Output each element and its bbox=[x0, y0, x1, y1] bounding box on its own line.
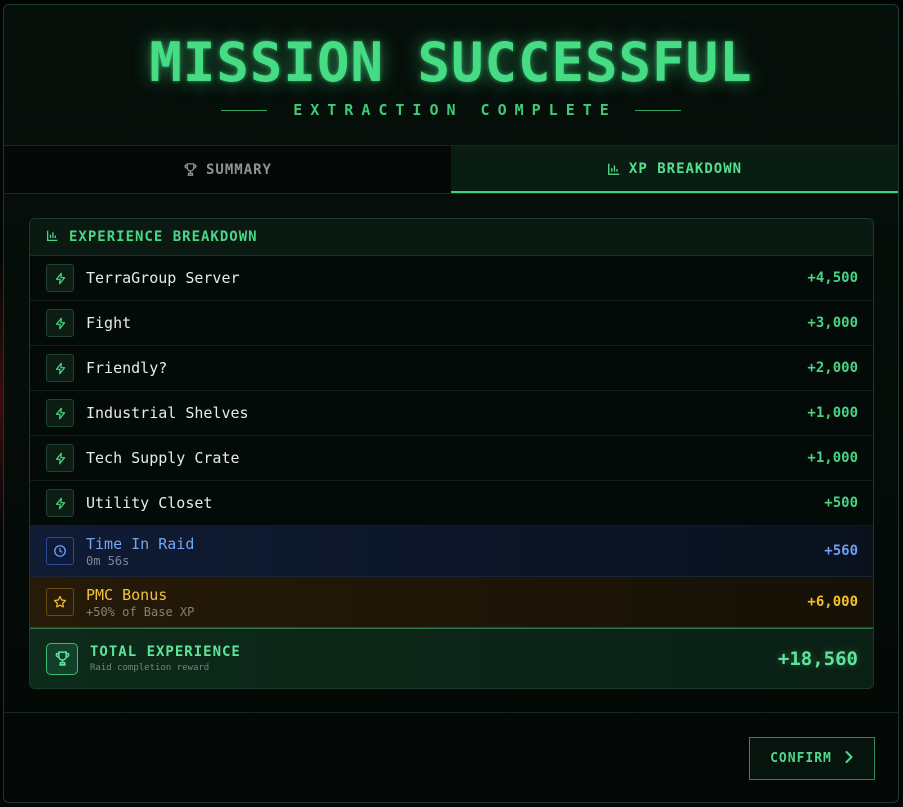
total-experience-row: TOTAL EXPERIENCE Raid completion reward … bbox=[30, 628, 873, 688]
pmc-bonus-description: +50% of Base XP bbox=[86, 604, 195, 619]
clock-icon bbox=[46, 537, 74, 565]
xp-row: Tech Supply Crate +1,000 bbox=[30, 436, 873, 481]
divider-left bbox=[221, 109, 268, 111]
total-experience-value: +18,560 bbox=[777, 647, 858, 670]
star-icon bbox=[46, 588, 74, 616]
pmc-bonus-label: PMC Bonus bbox=[86, 585, 168, 604]
time-in-raid-duration: 0m 56s bbox=[86, 553, 130, 568]
divider-right bbox=[634, 109, 681, 111]
xp-row-value: +3,000 bbox=[807, 315, 858, 331]
lightning-icon bbox=[46, 354, 74, 382]
lightning-icon bbox=[46, 444, 74, 472]
mission-result-panel: MISSION SUCCESSFUL EXTRACTION COMPLETE S… bbox=[3, 4, 899, 803]
xp-row-label: TerraGroup Server bbox=[86, 269, 240, 287]
time-in-raid-value: +560 bbox=[824, 543, 858, 559]
bar-chart-icon bbox=[46, 229, 59, 246]
card-header: EXPERIENCE BREAKDOWN bbox=[30, 219, 873, 256]
trophy-icon bbox=[183, 162, 198, 177]
xp-row-value: +2,000 bbox=[807, 360, 858, 376]
xp-row: TerraGroup Server +4,500 bbox=[30, 256, 873, 301]
subtitle-row: EXTRACTION COMPLETE bbox=[4, 101, 898, 119]
xp-row-value: +4,500 bbox=[807, 270, 858, 286]
card-title: EXPERIENCE BREAKDOWN bbox=[69, 229, 258, 245]
tab-summary[interactable]: SUMMARY bbox=[4, 146, 451, 193]
page-subtitle: EXTRACTION COMPLETE bbox=[293, 101, 617, 119]
total-experience-label: TOTAL EXPERIENCE bbox=[90, 644, 241, 660]
tab-summary-label: SUMMARY bbox=[205, 161, 272, 178]
lightning-icon bbox=[46, 309, 74, 337]
lightning-icon bbox=[46, 399, 74, 427]
pmc-bonus-row: PMC Bonus +50% of Base XP +6,000 bbox=[30, 577, 873, 628]
header: MISSION SUCCESSFUL EXTRACTION COMPLETE bbox=[4, 5, 898, 146]
total-experience-caption: Raid completion reward bbox=[90, 663, 210, 673]
xp-row-value: +1,000 bbox=[807, 405, 858, 421]
confirm-button[interactable]: CONFIRM bbox=[749, 737, 875, 780]
footer-divider bbox=[4, 712, 898, 713]
trophy-icon bbox=[46, 642, 78, 675]
tab-bar: SUMMARY XP BREAKDOWN bbox=[4, 146, 898, 194]
pmc-bonus-value: +6,000 bbox=[807, 594, 858, 610]
xp-row: Utility Closet +500 bbox=[30, 481, 873, 526]
tab-xp-label: XP BREAKDOWN bbox=[628, 160, 743, 177]
xp-row: Industrial Shelves +1,000 bbox=[30, 391, 873, 436]
lightning-icon bbox=[46, 489, 74, 517]
experience-breakdown-card: EXPERIENCE BREAKDOWN TerraGroup Server +4… bbox=[29, 218, 874, 689]
xp-row: Friendly? +2,000 bbox=[30, 346, 873, 391]
page-title: MISSION SUCCESSFUL bbox=[149, 31, 753, 94]
xp-row-value: +500 bbox=[824, 495, 858, 511]
lightning-icon bbox=[46, 264, 74, 292]
time-in-raid-row: Time In Raid 0m 56s +560 bbox=[30, 526, 873, 577]
xp-row-label: Friendly? bbox=[86, 359, 168, 377]
tab-xp-breakdown[interactable]: XP BREAKDOWN bbox=[451, 146, 898, 193]
bar-chart-icon bbox=[607, 162, 621, 176]
xp-row-label: Utility Closet bbox=[86, 494, 213, 512]
xp-row-value: +1,000 bbox=[807, 450, 858, 466]
xp-row-label: Fight bbox=[86, 314, 132, 332]
xp-row-label: Industrial Shelves bbox=[86, 404, 249, 422]
xp-row-label: Tech Supply Crate bbox=[86, 449, 240, 467]
time-in-raid-label: Time In Raid bbox=[86, 534, 195, 553]
confirm-label: CONFIRM bbox=[770, 751, 832, 766]
chevron-right-icon bbox=[844, 750, 854, 768]
xp-row: Fight +3,000 bbox=[30, 301, 873, 346]
